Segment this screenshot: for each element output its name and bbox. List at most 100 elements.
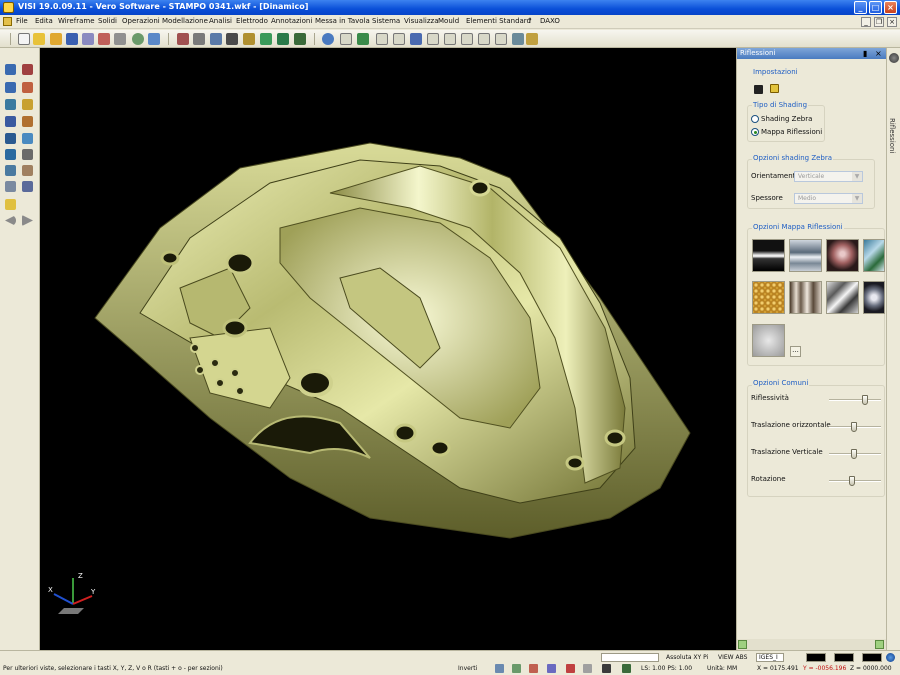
snap-grid-icon[interactable] <box>495 664 504 673</box>
assoluta-indicator[interactable]: Assoluta XY Pi <box>666 654 708 661</box>
folder-icon[interactable] <box>5 199 16 210</box>
color-swatch[interactable] <box>806 653 826 662</box>
snap-plane-icon[interactable] <box>547 664 556 673</box>
snap-center-icon[interactable] <box>566 664 575 673</box>
panel-close-icon[interactable]: × <box>875 48 882 59</box>
view-all-icon[interactable] <box>526 33 538 45</box>
more-maps-button[interactable]: ... <box>790 346 801 357</box>
slider-knob[interactable] <box>862 395 868 405</box>
menu-sistema[interactable]: Sistema <box>372 17 400 25</box>
attribute-icon[interactable] <box>22 165 33 176</box>
edit-icon[interactable] <box>22 116 33 127</box>
rotation-slider[interactable] <box>829 476 881 486</box>
point-icon[interactable] <box>5 165 16 176</box>
view-right-icon[interactable] <box>393 33 405 45</box>
pan-icon[interactable] <box>210 33 222 45</box>
save-settings-icon[interactable] <box>754 85 763 94</box>
save-as-icon[interactable] <box>82 33 94 45</box>
menu-messa-in-tavola[interactable]: Messa in Tavola <box>315 17 370 25</box>
pin-icon[interactable]: ▮ <box>863 48 867 59</box>
window-icon[interactable] <box>148 33 160 45</box>
copy-icon[interactable] <box>22 82 33 93</box>
panel-scrollbar[interactable] <box>737 639 887 650</box>
mdi-restore-button[interactable]: ❐ <box>874 17 884 27</box>
menu-visualizza[interactable]: Visualizza <box>404 17 438 25</box>
layer-icon[interactable] <box>5 133 16 144</box>
menu-help[interactable]: ? <box>528 17 532 25</box>
view-top-icon[interactable] <box>410 33 422 45</box>
shading-zebra-radio[interactable] <box>751 115 759 123</box>
view-indicator[interactable]: VIEW ABS <box>718 654 747 661</box>
vertical-shift-slider[interactable] <box>829 449 881 459</box>
plot-icon[interactable] <box>132 33 144 45</box>
mdi-close-button[interactable]: × <box>887 17 897 27</box>
wireframe-view-icon[interactable] <box>260 33 272 45</box>
menu-elettrodo[interactable]: Elettrodo <box>236 17 268 25</box>
hidden-lines-icon[interactable] <box>277 33 289 45</box>
mirror-icon[interactable] <box>22 99 33 110</box>
reflectivity-slider[interactable] <box>829 395 881 405</box>
ortho-icon[interactable] <box>602 664 611 673</box>
select-icon[interactable] <box>5 64 16 75</box>
map-wood-thumbnail[interactable] <box>789 281 822 314</box>
plane-icon[interactable] <box>22 133 33 144</box>
save-icon[interactable] <box>66 33 78 45</box>
map-chrome-thumbnail[interactable] <box>863 281 885 314</box>
menu-wireframe[interactable]: Wireframe <box>58 17 95 25</box>
menu-elementi-standard[interactable]: Elementi Standard <box>466 17 531 25</box>
menu-annotazioni[interactable]: Annotazioni <box>271 17 312 25</box>
zoom-icon[interactable] <box>193 33 205 45</box>
open-folder-icon[interactable] <box>33 33 45 45</box>
snap-point-icon[interactable] <box>512 664 521 673</box>
layer-field[interactable]: IGES_I <box>756 653 784 662</box>
view-iso3-icon[interactable] <box>478 33 490 45</box>
measure-icon[interactable] <box>22 149 33 160</box>
reflection-map-radio[interactable] <box>751 128 759 136</box>
map-gold-thumbnail[interactable] <box>752 281 785 314</box>
menu-modellazione[interactable]: Modellazione <box>162 17 208 25</box>
slider-knob[interactable] <box>849 476 855 486</box>
menu-operazioni[interactable]: Operazioni <box>122 17 160 25</box>
menu-solidi[interactable]: Solidi <box>98 17 117 25</box>
slider-knob[interactable] <box>851 422 857 432</box>
open-settings-icon[interactable] <box>770 84 779 93</box>
view-bottom-icon[interactable] <box>427 33 439 45</box>
menu-daxo[interactable]: DAXO <box>540 17 560 25</box>
gear-icon[interactable] <box>889 53 899 63</box>
line-width-swatch[interactable] <box>862 653 882 662</box>
shaded-icon[interactable] <box>243 33 255 45</box>
thickness-select[interactable]: Medio ▼ <box>794 193 863 204</box>
import-icon[interactable] <box>98 33 110 45</box>
close-button[interactable]: × <box>884 1 897 14</box>
scale-icon[interactable] <box>5 116 16 127</box>
map-studio-thumbnail[interactable] <box>789 239 822 272</box>
view-iso2-icon[interactable] <box>461 33 473 45</box>
view-iso4-icon[interactable] <box>495 33 507 45</box>
open-recent-icon[interactable] <box>50 33 62 45</box>
orientation-select[interactable]: Verticale ▼ <box>794 171 863 182</box>
view-front-icon[interactable] <box>340 33 352 45</box>
undo-icon[interactable] <box>5 149 16 160</box>
layer-manager-icon[interactable] <box>622 664 631 673</box>
globe-icon[interactable] <box>886 653 895 662</box>
view-custom-icon[interactable] <box>512 33 524 45</box>
menu-edita[interactable]: Edita <box>35 17 53 25</box>
print-icon[interactable] <box>114 33 126 45</box>
snap-line-icon[interactable] <box>529 664 538 673</box>
map-sky-thumbnail[interactable] <box>863 239 885 272</box>
menu-analisi[interactable]: Analisi <box>209 17 232 25</box>
new-file-icon[interactable] <box>18 33 30 45</box>
minimize-button[interactable]: _ <box>854 1 867 14</box>
maximize-button[interactable]: □ <box>869 1 882 14</box>
snap-tangent-icon[interactable] <box>583 664 592 673</box>
inverti-button[interactable]: Inverti <box>458 665 477 672</box>
view-left-icon[interactable] <box>376 33 388 45</box>
map-sphere-thumbnail[interactable] <box>826 239 859 272</box>
dynamic-view-icon[interactable] <box>177 33 189 45</box>
map-metal-thumbnail[interactable] <box>826 281 859 314</box>
menu-file[interactable]: File <box>16 17 28 25</box>
arrow-right-icon[interactable] <box>22 215 33 226</box>
arrow-left-icon[interactable] <box>5 215 16 226</box>
menu-mould[interactable]: Mould <box>438 17 459 25</box>
horizontal-shift-slider[interactable] <box>829 422 881 432</box>
